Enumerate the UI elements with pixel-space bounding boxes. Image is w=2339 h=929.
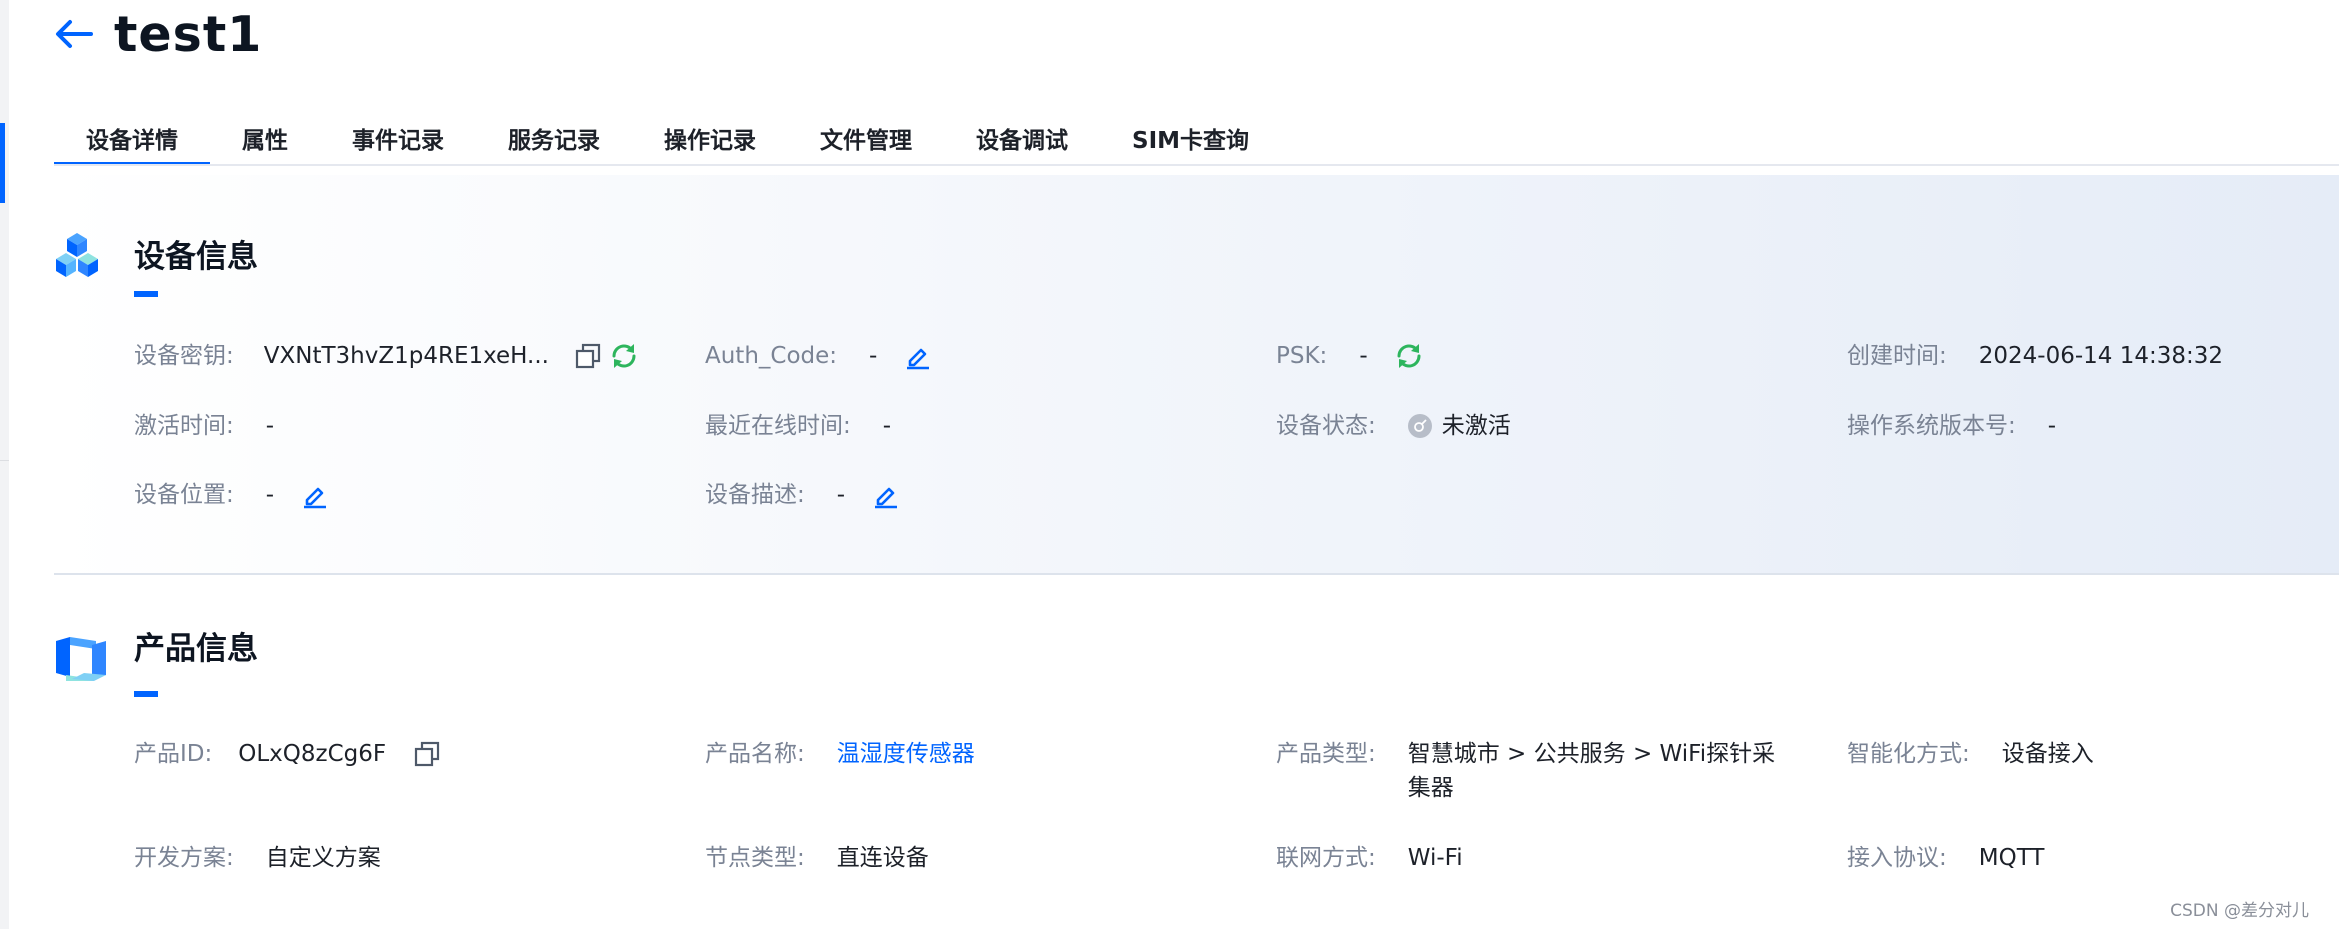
left-edge-accent bbox=[0, 123, 5, 203]
cubes-icon bbox=[56, 233, 98, 277]
product-id-field: 产品ID: OLxQ8zCg6F bbox=[134, 737, 442, 771]
page-header: test1 bbox=[54, 4, 262, 64]
last-online-value: - bbox=[882, 413, 892, 439]
tab-device-details[interactable]: 设备详情 bbox=[54, 110, 210, 166]
device-info-title-underline bbox=[134, 291, 158, 297]
refresh-icon[interactable] bbox=[1394, 339, 1424, 373]
back-button[interactable] bbox=[54, 14, 94, 54]
auth-code-field: Auth_Code: - bbox=[705, 339, 933, 373]
refresh-icon[interactable] bbox=[609, 339, 639, 373]
smart-mode-field: 智能化方式: 设备接入 bbox=[1847, 737, 2094, 771]
product-type-value: 智慧城市 > 公共服务 > WiFi探针采集器 bbox=[1407, 741, 1776, 801]
dev-plan-field: 开发方案: 自定义方案 bbox=[134, 841, 381, 875]
edit-icon[interactable] bbox=[300, 478, 330, 512]
created-time-value: 2024-06-14 14:38:32 bbox=[1978, 343, 2224, 369]
product-info-title: 产品信息 bbox=[134, 631, 258, 667]
device-status-field: 设备状态: 未激活 bbox=[1276, 409, 1511, 443]
network-value: Wi-Fi bbox=[1407, 845, 1463, 871]
last-online-label: 最近在线时间: bbox=[705, 413, 851, 439]
product-id-value: OLxQ8zCg6F bbox=[238, 741, 387, 767]
os-version-field: 操作系统版本号: - bbox=[1847, 409, 2056, 443]
tab-device-debug[interactable]: 设备调试 bbox=[944, 110, 1100, 166]
smart-mode-value: 设备接入 bbox=[2001, 741, 2094, 767]
location-value: - bbox=[265, 482, 275, 508]
psk-label: PSK: bbox=[1276, 343, 1328, 369]
inactive-status-icon bbox=[1407, 414, 1432, 438]
product-name-link[interactable]: 温湿度传感器 bbox=[837, 737, 975, 771]
tab-operation-records[interactable]: 操作记录 bbox=[632, 110, 788, 166]
page-title: test1 bbox=[114, 5, 263, 63]
description-label: 设备描述: bbox=[705, 482, 805, 508]
arrow-left-icon bbox=[56, 20, 93, 48]
node-type-value: 直连设备 bbox=[836, 845, 929, 871]
tab-properties[interactable]: 属性 bbox=[210, 110, 320, 166]
device-status-label: 设备状态: bbox=[1276, 413, 1376, 439]
product-info-title-underline bbox=[134, 691, 158, 697]
location-field: 设备位置: - bbox=[134, 478, 330, 512]
protocol-value: MQTT bbox=[1978, 845, 2045, 871]
product-type-field: 产品类型: 智慧城市 > 公共服务 > WiFi探针采集器 bbox=[1276, 737, 1788, 805]
device-info-section: 设备信息 设备密钥: VXNtT3hvZ1p4RE1xeH... Auth_Co… bbox=[54, 175, 2339, 575]
auth-code-label: Auth_Code: bbox=[705, 343, 838, 369]
tab-event-records[interactable]: 事件记录 bbox=[320, 110, 476, 166]
network-field: 联网方式: Wi-Fi bbox=[1276, 841, 1463, 875]
auth-code-value: - bbox=[869, 343, 878, 369]
os-version-label: 操作系统版本号: bbox=[1847, 413, 2016, 439]
psk-value: - bbox=[1359, 343, 1368, 369]
description-value: - bbox=[836, 482, 846, 508]
network-label: 联网方式: bbox=[1276, 845, 1376, 871]
copy-icon[interactable] bbox=[573, 339, 603, 373]
node-type-field: 节点类型: 直连设备 bbox=[705, 841, 929, 875]
activated-time-label: 激活时间: bbox=[134, 413, 234, 439]
edit-icon[interactable] bbox=[871, 478, 901, 512]
device-key-field: 设备密钥: VXNtT3hvZ1p4RE1xeH... bbox=[134, 339, 639, 373]
device-status-value: 未激活 bbox=[1441, 413, 1511, 439]
tab-file-management[interactable]: 文件管理 bbox=[788, 110, 944, 166]
activated-time-field: 激活时间: - bbox=[134, 409, 274, 443]
left-edge-divider bbox=[0, 460, 9, 461]
device-key-value: VXNtT3hvZ1p4RE1xeH... bbox=[263, 343, 549, 369]
psk-field: PSK: - bbox=[1276, 339, 1424, 373]
product-name-field: 产品名称: 温湿度传感器 bbox=[705, 737, 975, 771]
product-name-label: 产品名称: bbox=[705, 741, 805, 767]
dev-plan-value: 自定义方案 bbox=[265, 845, 381, 871]
device-info-title: 设备信息 bbox=[134, 239, 258, 275]
node-type-label: 节点类型: bbox=[705, 845, 805, 871]
device-key-label: 设备密钥: bbox=[134, 343, 234, 369]
created-time-field: 创建时间: 2024-06-14 14:38:32 bbox=[1847, 339, 2223, 373]
protocol-field: 接入协议: MQTT bbox=[1847, 841, 2044, 875]
product-box-icon bbox=[56, 637, 106, 681]
tabs-divider bbox=[54, 164, 2339, 166]
os-version-value: - bbox=[2047, 413, 2057, 439]
description-field: 设备描述: - bbox=[705, 478, 901, 512]
product-type-label: 产品类型: bbox=[1276, 741, 1376, 767]
created-time-label: 创建时间: bbox=[1847, 343, 1947, 369]
smart-mode-label: 智能化方式: bbox=[1847, 741, 1970, 767]
edit-icon[interactable] bbox=[903, 339, 933, 373]
activated-time-value: - bbox=[265, 413, 275, 439]
protocol-label: 接入协议: bbox=[1847, 845, 1947, 871]
tab-bar: 设备详情 属性 事件记录 服务记录 操作记录 文件管理 设备调试 SIM卡查询 bbox=[54, 110, 1281, 166]
watermark: CSDN @差分对儿 bbox=[2170, 901, 2309, 921]
location-label: 设备位置: bbox=[134, 482, 234, 508]
last-online-field: 最近在线时间: - bbox=[705, 409, 891, 443]
dev-plan-label: 开发方案: bbox=[134, 845, 234, 871]
copy-icon[interactable] bbox=[412, 737, 442, 771]
tab-service-records[interactable]: 服务记录 bbox=[476, 110, 632, 166]
product-info-section: 产品信息 产品ID: OLxQ8zCg6F 产品名称: 温湿度传感器 产品类型:… bbox=[54, 577, 2339, 929]
tab-sim-query[interactable]: SIM卡查询 bbox=[1100, 110, 1281, 166]
product-id-label: 产品ID: bbox=[134, 741, 213, 767]
